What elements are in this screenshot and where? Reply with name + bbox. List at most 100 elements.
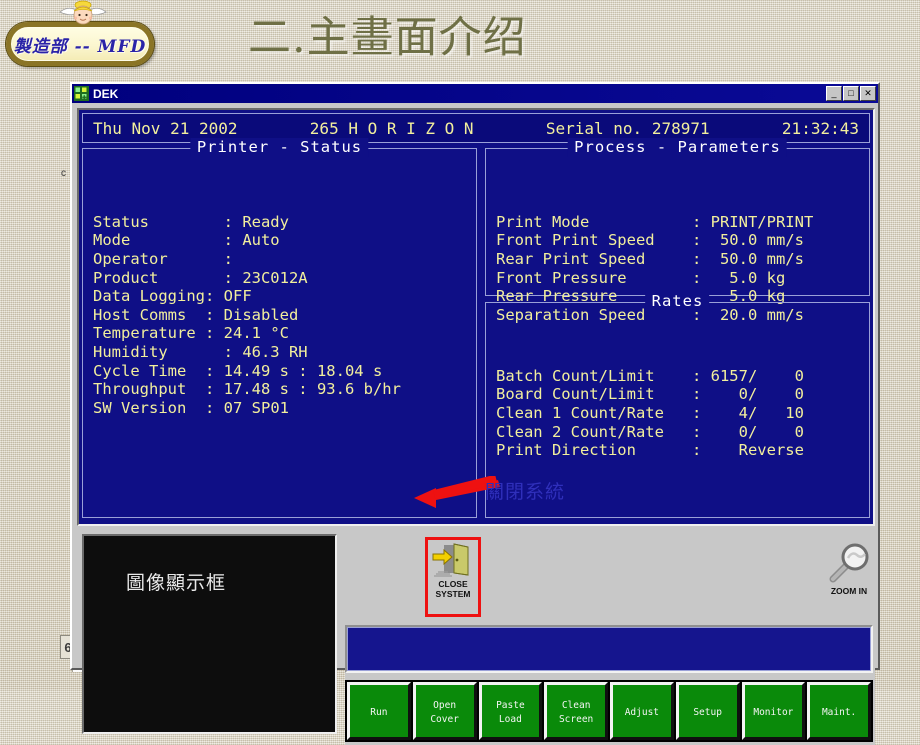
printer-status-key: Throughput : — [93, 380, 224, 399]
rates-row: Clean 2 Count/Rate : 0/ 0 — [496, 423, 863, 442]
printer-status-row: Host Comms : Disabled — [93, 306, 470, 325]
process-parameters-legend: Process - Parameters — [568, 138, 787, 157]
process-parameter-value: 50.0 mm/s — [710, 249, 804, 268]
status-machine: 265 H O R I Z O N — [309, 118, 474, 138]
rates-row: Batch Count/Limit : 6157/ 0 — [496, 367, 863, 386]
terminal-display: Thu Nov 21 2002 265 H O R I Z O N Serial… — [77, 108, 875, 526]
close-system-button[interactable]: CLOSE SYSTEM — [425, 537, 481, 617]
function-button-label-line1: Monitor — [753, 707, 794, 718]
printer-status-value: 24.1 °C — [223, 324, 289, 343]
function-button-label-line1: Setup — [693, 707, 722, 718]
printer-status-row: Mode : Auto — [93, 231, 470, 250]
mfd-logo-label: 製造部 -- MFD — [13, 36, 147, 57]
printer-status-key: Humidity : — [93, 342, 243, 361]
printer-status-key: SW Version : — [93, 398, 224, 417]
rates-key: Clean 1 Count/Rate : — [495, 403, 711, 422]
window-title: DEK — [93, 86, 119, 101]
printer-status-value: 46.3 RH — [242, 342, 308, 361]
minimize-icon: _ — [831, 88, 837, 98]
function-button-label-line1: Clean — [561, 700, 591, 711]
rates-value: 0/ 0 — [710, 422, 804, 441]
dek-app-icon — [74, 86, 89, 101]
page-right-margin — [880, 82, 920, 682]
function-button-row: Run Open Cover Paste Load Clean Screen Adjust Se… — [345, 680, 873, 742]
printer-status-legend: Printer - Status — [190, 138, 369, 157]
printer-status-key: Cycle Time : — [93, 361, 224, 380]
printer-status-row: Throughput : 17.48 s : 93.6 b/hr — [93, 380, 470, 399]
printer-status-value: 14.49 s : 18.04 s — [223, 361, 383, 380]
printer-status-key: Operator : — [93, 249, 243, 268]
rates-value: 4/ 10 — [710, 403, 804, 422]
printer-status-value: 07 SP01 — [223, 398, 289, 417]
printer-status-row: Humidity : 46.3 RH — [93, 343, 470, 362]
margin-mark-c: c — [61, 168, 66, 179]
status-date: Thu Nov 21 2002 — [93, 118, 238, 138]
maximize-icon: □ — [848, 88, 854, 98]
dek-application-window: DEK _ □ ✕ Thu Nov 21 2002 265 H O R I Z … — [70, 82, 880, 745]
printer-status-row: Cycle Time : 14.49 s : 18.04 s — [93, 362, 470, 381]
rates-row: Print Direction : Reverse — [496, 441, 863, 460]
printer-status-row: Temperature : 24.1 °C — [93, 324, 470, 343]
process-parameter-key: Front Print Speed : — [495, 231, 711, 250]
function-button-label-line2: Screen — [558, 714, 594, 725]
printer-status-panel: Printer - Status Status : Ready Mode : Au… — [82, 138, 477, 518]
status-serial: Serial no. 278971 — [545, 118, 710, 138]
process-parameter-row: Front Print Speed : 50.0 mm/s — [496, 231, 863, 250]
printer-status-key: Data Logging: — [93, 287, 224, 306]
process-parameter-value: 50.0 mm/s — [710, 231, 804, 250]
zoom-in-label: ZOOM IN — [830, 586, 868, 596]
printer-status-key: Temperature : — [93, 324, 224, 343]
process-parameter-key: Print Mode : — [495, 212, 711, 231]
image-display-panel[interactable]: 圖像顯示框 — [82, 534, 337, 734]
function-button-label-line1: Paste — [496, 700, 525, 711]
control-area: CLOSE SYSTEM ZOOM IN Run Open Cover Paste Lo… — [77, 530, 877, 745]
function-button-maint[interactable]: Maint. — [807, 682, 871, 740]
rates-value: Reverse — [710, 441, 804, 460]
printer-status-row: Product : 23C012A — [93, 269, 470, 288]
function-button-setup[interactable]: Setup — [675, 682, 740, 740]
printer-status-row: Operator : — [93, 250, 470, 269]
printer-status-value: OFF — [223, 287, 252, 306]
window-titlebar[interactable]: DEK _ □ ✕ — [72, 84, 878, 103]
annotation-label: 關閉系統 — [485, 481, 566, 503]
printer-status-key: Status : — [93, 212, 243, 231]
process-parameter-key: Rear Print Speed : — [495, 249, 711, 268]
rates-row: Clean 1 Count/Rate : 4/ 10 — [496, 404, 863, 423]
function-button-label-line1: Maint. — [821, 707, 857, 718]
minimize-button[interactable]: _ — [826, 86, 842, 101]
rates-value: 6157/ 0 — [710, 366, 804, 385]
function-button-label-line1: Adjust — [624, 707, 660, 718]
function-button-clean[interactable]: Clean Screen — [544, 682, 608, 740]
function-button-monitor[interactable]: Monitor — [741, 682, 806, 740]
close-system-label-line2: SYSTEM — [435, 589, 471, 599]
process-parameter-value: 5.0 kg — [710, 268, 786, 287]
process-parameter-key: Front Pressure : — [495, 268, 711, 287]
function-button-open[interactable]: Open Cover — [412, 682, 477, 740]
magnifier-icon — [829, 543, 869, 583]
image-display-label: 圖像顯示框 — [126, 572, 227, 594]
maximize-button[interactable]: □ — [843, 86, 859, 101]
process-parameters-panel: Process - Parameters Print Mode : PRINT/… — [484, 138, 870, 324]
function-button-paste[interactable]: Paste Load — [478, 682, 543, 740]
process-parameter-row: Front Pressure : 5.0 kg — [496, 269, 863, 288]
page-title: 二.主畫面介绍 — [248, 13, 527, 63]
printer-status-row: Data Logging: OFF — [93, 287, 470, 306]
printer-status-value: Disabled — [223, 305, 299, 324]
angel-icon — [59, 0, 107, 25]
printer-status-row: SW Version : 07 SP01 — [93, 399, 470, 418]
process-parameter-row: Print Mode : PRINT/PRINT — [496, 213, 863, 232]
close-button[interactable]: ✕ — [860, 86, 876, 101]
rates-key: Print Direction : — [495, 441, 711, 460]
zoom-in-button[interactable]: ZOOM IN — [821, 540, 877, 620]
function-button-adjust[interactable]: Adjust — [610, 682, 674, 740]
printer-status-key: Mode : — [93, 231, 243, 250]
printer-status-value: 23C012A — [242, 268, 308, 287]
rates-row: Board Count/Limit : 0/ 0 — [496, 385, 863, 404]
rates-legend: Rates — [645, 292, 710, 311]
printer-status-key: Host Comms : — [93, 305, 224, 324]
function-button-label-line2: Cover — [430, 714, 459, 725]
function-button-run[interactable]: Run — [347, 682, 411, 740]
printer-status-value: Auto — [242, 231, 280, 250]
rates-key: Clean 2 Count/Rate : — [495, 422, 711, 441]
function-button-label-line1: Run — [370, 707, 388, 718]
